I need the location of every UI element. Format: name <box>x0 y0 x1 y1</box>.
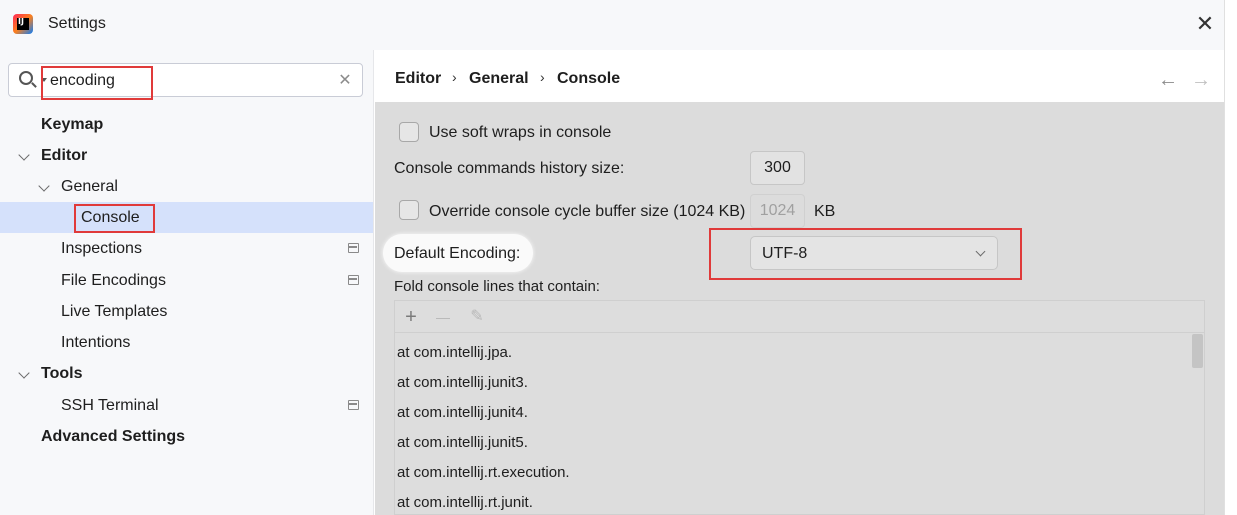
fold-lines-label: Fold console lines that contain: <box>394 278 600 295</box>
list-scrollbar[interactable] <box>1192 334 1203 368</box>
cycle-buffer-unit: KB <box>814 203 836 220</box>
console-settings-panel: Use soft wraps in console Console comman… <box>375 102 1224 515</box>
content-header: Editor › General › Console ← → <box>375 50 1224 102</box>
sidebar-item-label: General <box>61 178 118 195</box>
add-icon[interactable]: + <box>399 305 423 329</box>
remove-icon[interactable]: — <box>431 305 455 329</box>
sidebar-item-live-templates[interactable]: Live Templates <box>0 296 373 327</box>
search-icon[interactable] <box>19 71 33 85</box>
close-icon[interactable]: ✕ <box>1195 13 1215 35</box>
sidebar-item-label: SSH Terminal <box>61 397 159 414</box>
project-level-icon <box>348 400 359 410</box>
breadcrumb-console: Console <box>557 70 621 87</box>
window-title: Settings <box>48 15 106 32</box>
search-input[interactable] <box>50 70 330 92</box>
back-arrow-icon[interactable]: ← <box>1158 70 1178 90</box>
search-box[interactable]: ✕ <box>8 63 363 97</box>
cycle-buffer-checkbox[interactable] <box>399 200 419 220</box>
history-size-input[interactable]: 300 <box>750 151 805 185</box>
breadcrumb-separator: › <box>540 69 545 85</box>
sidebar-item-label: Advanced Settings <box>41 428 186 445</box>
sidebar-item-label: Live Templates <box>61 303 168 320</box>
clear-icon[interactable]: ✕ <box>337 70 353 90</box>
sidebar-item-label: Console <box>81 209 140 226</box>
chevron-down-icon[interactable] <box>38 180 50 192</box>
sidebar-item-inspections[interactable]: Inspections <box>0 233 373 264</box>
sidebar-item-label: Tools <box>41 365 83 382</box>
title-bar: IJ Settings ✕ <box>0 0 1237 50</box>
sidebar-item-label: Inspections <box>61 240 142 257</box>
sidebar-item-editor[interactable]: Editor <box>0 140 373 171</box>
sidebar-item-console[interactable]: Console <box>0 202 373 233</box>
sidebar-item-tools[interactable]: Tools <box>0 358 373 389</box>
sidebar-item-ssh-terminal[interactable]: SSH Terminal <box>0 390 373 421</box>
breadcrumb-separator: › <box>452 69 457 85</box>
list-item[interactable]: at com.intellij.rt.junit. <box>397 488 533 515</box>
sidebar-item-label: Keymap <box>41 116 104 133</box>
list-item[interactable]: at com.intellij.jpa. <box>397 338 512 368</box>
sidebar-item-file-encodings[interactable]: File Encodings <box>0 265 373 296</box>
default-encoding-label: Default Encoding: <box>394 245 521 262</box>
history-size-label: Console commands history size: <box>394 160 625 177</box>
chevron-down-icon[interactable] <box>18 149 30 161</box>
settings-sidebar: ✕ Keymap Editor General Console Inspecti… <box>0 50 374 515</box>
default-encoding-select[interactable]: UTF-8 <box>750 236 998 270</box>
list-item[interactable]: at com.intellij.junit3. <box>397 368 528 398</box>
sidebar-item-keymap[interactable]: Keymap <box>0 109 373 140</box>
sidebar-item-intentions[interactable]: Intentions <box>0 327 373 358</box>
window-scrollbar[interactable] <box>1224 0 1237 515</box>
project-level-icon <box>348 275 359 285</box>
intellij-logo-icon: IJ <box>13 14 33 34</box>
breadcrumb-general[interactable]: General <box>469 70 529 88</box>
chevron-down-icon[interactable] <box>18 367 30 379</box>
sidebar-item-label: Intentions <box>61 334 131 351</box>
soft-wraps-checkbox[interactable] <box>399 122 419 142</box>
sidebar-item-general[interactable]: General <box>0 171 373 202</box>
list-item[interactable]: at com.intellij.rt.execution. <box>397 458 570 488</box>
forward-arrow-icon[interactable]: → <box>1191 70 1211 90</box>
search-history-dropdown-icon[interactable] <box>41 78 47 82</box>
fold-lines-toolbar: + — ✎ <box>395 301 1204 333</box>
dropdown-icon <box>975 246 986 257</box>
project-level-icon <box>348 243 359 253</box>
cycle-buffer-label: Override console cycle buffer size (1024… <box>429 203 746 220</box>
list-item[interactable]: at com.intellij.junit5. <box>397 428 528 458</box>
sidebar-item-label: File Encodings <box>61 272 166 289</box>
edit-icon[interactable]: ✎ <box>465 305 489 329</box>
sidebar-item-advanced-settings[interactable]: Advanced Settings <box>0 421 373 452</box>
default-encoding-value: UTF-8 <box>762 245 808 262</box>
list-item[interactable]: at com.intellij.junit4. <box>397 398 528 428</box>
soft-wraps-label: Use soft wraps in console <box>429 124 612 141</box>
fold-lines-list-panel: + — ✎ at com.intellij.jpa. at com.intell… <box>394 300 1205 515</box>
breadcrumb-editor[interactable]: Editor <box>395 70 441 88</box>
cycle-buffer-input[interactable]: 1024 <box>750 194 805 228</box>
sidebar-item-label: Editor <box>41 147 88 164</box>
